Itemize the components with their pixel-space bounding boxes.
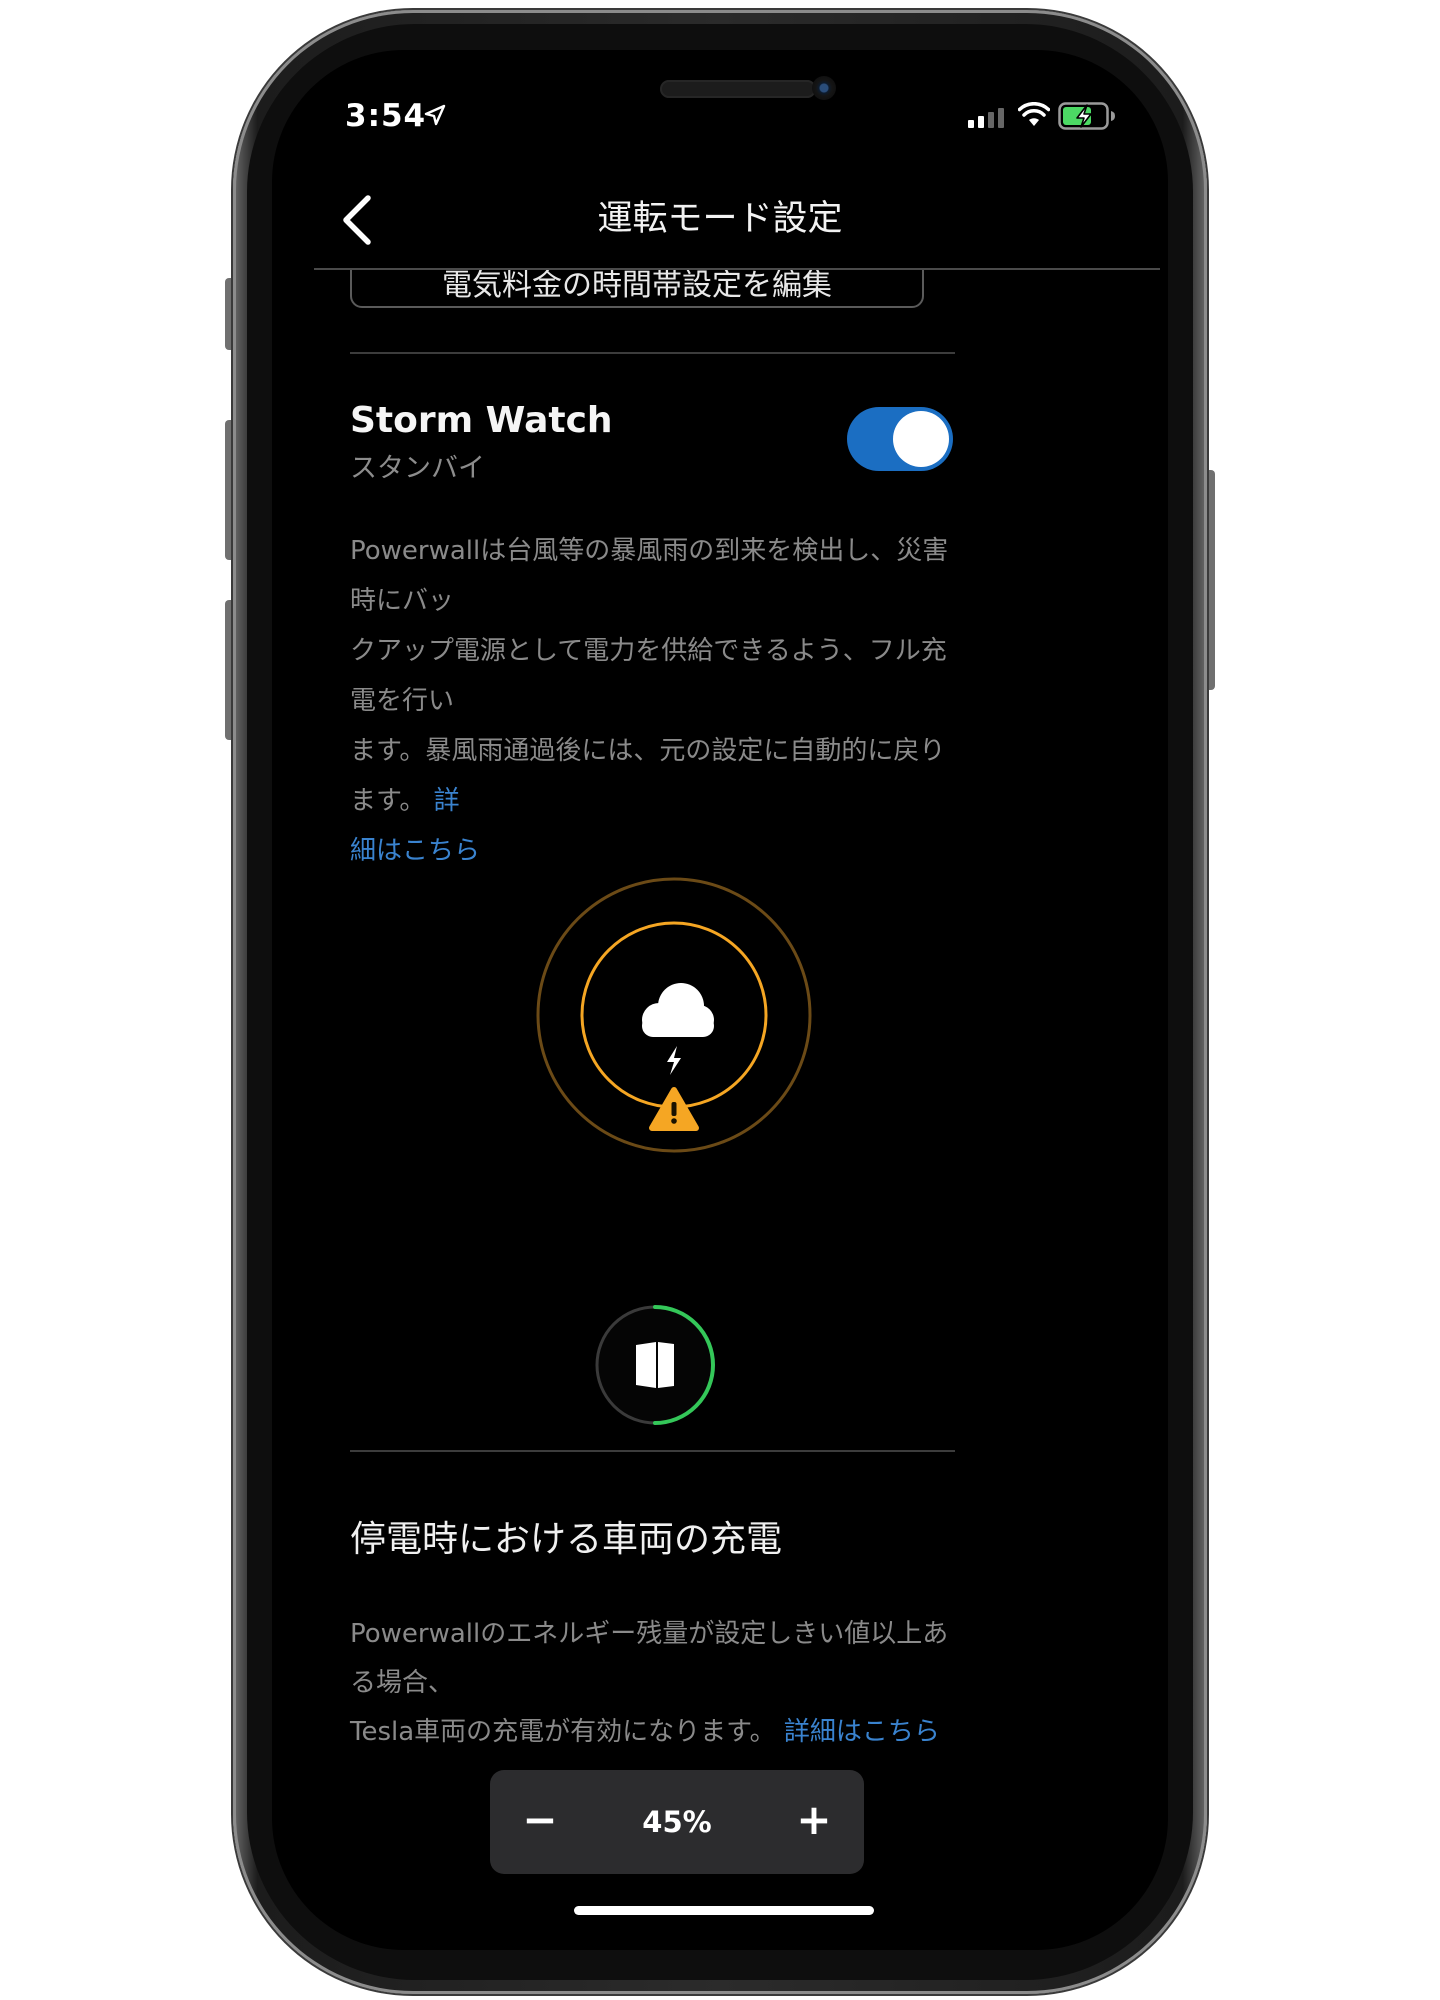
increase-threshold-button[interactable]: +	[764, 1770, 864, 1874]
speaker-grille	[660, 80, 816, 98]
learn-more-link[interactable]: 詳細はこちら	[784, 1717, 940, 1747]
charge-threshold-stepper: − 45% +	[490, 1770, 864, 1874]
description-line: Powerwallは台風等の暴風雨の到来を検出し、災害時にバッ	[350, 536, 949, 616]
description-line: クアップ電源として電力を供給できるよう、フル充電を行い	[350, 636, 947, 716]
toggle-knob	[893, 411, 949, 467]
page-title: 運転モード設定	[597, 199, 843, 239]
powerwall-status-graphic	[595, 1305, 715, 1425]
section-divider	[350, 1450, 955, 1452]
storm-watch-graphic	[536, 877, 812, 1153]
front-camera	[812, 76, 836, 100]
storm-watch-toggle[interactable]	[847, 407, 953, 471]
edit-time-of-use-button[interactable]: 電気料金の時間帯設定を編集	[350, 270, 924, 308]
vehicle-charging-description: Powerwallのエネルギー残量が設定しきい値以上ある場合、 Tesla車両の…	[350, 1610, 955, 1757]
wifi-icon	[1018, 102, 1050, 126]
status-time: 3:54	[345, 98, 427, 134]
description-line: Powerwallのエネルギー残量が設定しきい値以上ある場合、	[350, 1619, 949, 1698]
storm-watch-title: Storm Watch	[350, 400, 613, 441]
storm-watch-description: Powerwallは台風等の暴風雨の到来を検出し、災害時にバッ クアップ電源とし…	[350, 526, 955, 876]
description-line: ます。暴風雨通過後には、元の設定に自動的に戻ります。 詳	[350, 726, 955, 826]
cellular-signal-icon	[968, 108, 1004, 128]
phone-screen: 3:54 運転モード設定 電気料金の時間帯設定を編集 Storm Watch ス…	[272, 50, 1168, 1950]
home-indicator[interactable]	[574, 1906, 874, 1915]
description-line: 細はこちら	[350, 826, 955, 876]
threshold-value: 45%	[642, 1805, 712, 1839]
vehicle-charging-title: 停電時における車両の充電	[350, 1519, 783, 1560]
settings-scroll-area[interactable]: 電気料金の時間帯設定を編集 Storm Watch スタンバイ Powerwal…	[272, 270, 1168, 1950]
description-line: Tesla車両の充電が有効になります。 詳細はこちら	[350, 1708, 955, 1757]
powerwall-icon	[636, 1342, 674, 1388]
learn-more-link-start[interactable]: 詳	[434, 786, 460, 816]
battery-charging-icon	[1058, 102, 1115, 130]
storm-cloud-icon	[642, 983, 714, 1037]
decrease-threshold-button[interactable]: −	[490, 1770, 590, 1874]
storm-watch-status: スタンバイ	[350, 453, 485, 484]
section-divider	[350, 352, 955, 354]
lightning-bolt-icon	[667, 1046, 681, 1075]
location-arrow-icon	[424, 104, 446, 126]
description-text: Tesla車両の充電が有効になります。	[350, 1717, 776, 1747]
learn-more-link[interactable]: 細はこちら	[350, 836, 480, 866]
warning-triangle-icon	[649, 1087, 699, 1131]
